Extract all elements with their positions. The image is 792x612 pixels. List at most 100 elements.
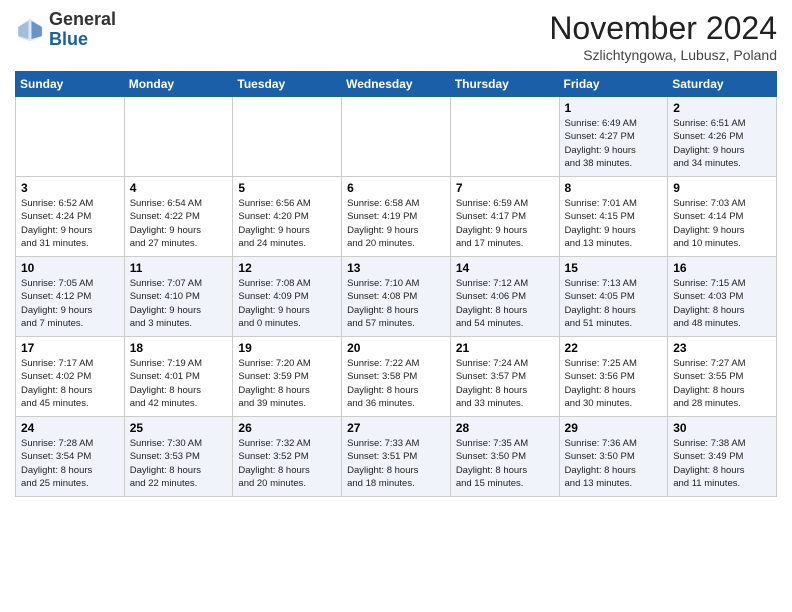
day-number: 25 (130, 421, 228, 435)
day-info: Sunrise: 6:52 AM Sunset: 4:24 PM Dayligh… (21, 197, 119, 250)
day-cell: 28Sunrise: 7:35 AM Sunset: 3:50 PM Dayli… (450, 417, 559, 497)
day-info: Sunrise: 7:08 AM Sunset: 4:09 PM Dayligh… (238, 277, 336, 330)
day-number: 23 (673, 341, 771, 355)
day-info: Sunrise: 6:59 AM Sunset: 4:17 PM Dayligh… (456, 197, 554, 250)
day-info: Sunrise: 7:12 AM Sunset: 4:06 PM Dayligh… (456, 277, 554, 330)
header-cell-friday: Friday (559, 72, 668, 97)
day-number: 7 (456, 181, 554, 195)
day-cell: 7 Sunrise: 6:59 AM Sunset: 4:17 PM Daylig… (450, 177, 559, 257)
day-cell (342, 97, 451, 177)
day-info: Sunrise: 6:56 AM Sunset: 4:20 PM Dayligh… (238, 197, 336, 250)
logo-general: General (49, 9, 116, 29)
day-number: 24 (21, 421, 119, 435)
day-info: Sunrise: 7:38 AM Sunset: 3:49 PM Dayligh… (673, 437, 771, 490)
calendar-body: 1 Sunrise: 6:49 AM Sunset: 4:27 PM Daylig… (16, 97, 777, 497)
day-info: Sunrise: 7:25 AM Sunset: 3:56 PM Dayligh… (565, 357, 663, 410)
day-cell: 15Sunrise: 7:13 AM Sunset: 4:05 PM Dayli… (559, 257, 668, 337)
day-info: Sunrise: 7:15 AM Sunset: 4:03 PM Dayligh… (673, 277, 771, 330)
day-info: Sunrise: 7:22 AM Sunset: 3:58 PM Dayligh… (347, 357, 445, 410)
day-number: 10 (21, 261, 119, 275)
calendar-table: SundayMondayTuesdayWednesdayThursdayFrid… (15, 71, 777, 497)
day-cell: 17 Sunrise: 7:17 AM Sunset: 4:02 PM Dayli… (16, 337, 125, 417)
day-number: 17 (21, 341, 119, 355)
day-number: 3 (21, 181, 119, 195)
day-cell: 6 Sunrise: 6:58 AM Sunset: 4:19 PM Daylig… (342, 177, 451, 257)
week-row-1: 1 Sunrise: 6:49 AM Sunset: 4:27 PM Daylig… (16, 97, 777, 177)
day-info: Sunrise: 7:36 AM Sunset: 3:50 PM Dayligh… (565, 437, 663, 490)
day-cell: 4 Sunrise: 6:54 AM Sunset: 4:22 PM Daylig… (124, 177, 233, 257)
page-header: General Blue November 2024 Szlichtyngowa… (15, 10, 777, 63)
day-info: Sunrise: 6:54 AM Sunset: 4:22 PM Dayligh… (130, 197, 228, 250)
header-cell-tuesday: Tuesday (233, 72, 342, 97)
week-row-5: 24Sunrise: 7:28 AM Sunset: 3:54 PM Dayli… (16, 417, 777, 497)
day-cell (16, 97, 125, 177)
header-cell-thursday: Thursday (450, 72, 559, 97)
day-number: 6 (347, 181, 445, 195)
day-cell: 18 Sunrise: 7:19 AM Sunset: 4:01 PM Dayli… (124, 337, 233, 417)
day-number: 22 (565, 341, 663, 355)
day-cell: 19Sunrise: 7:20 AM Sunset: 3:59 PM Dayli… (233, 337, 342, 417)
logo-blue: Blue (49, 29, 88, 49)
day-number: 15 (565, 261, 663, 275)
day-info: Sunrise: 7:27 AM Sunset: 3:55 PM Dayligh… (673, 357, 771, 410)
header-row: SundayMondayTuesdayWednesdayThursdayFrid… (16, 72, 777, 97)
day-cell: 10 Sunrise: 7:05 AM Sunset: 4:12 PM Dayli… (16, 257, 125, 337)
day-info: Sunrise: 7:33 AM Sunset: 3:51 PM Dayligh… (347, 437, 445, 490)
day-number: 11 (130, 261, 228, 275)
calendar-header: SundayMondayTuesdayWednesdayThursdayFrid… (16, 72, 777, 97)
day-cell: 20 Sunrise: 7:22 AM Sunset: 3:58 PM Dayli… (342, 337, 451, 417)
day-number: 9 (673, 181, 771, 195)
week-row-4: 17 Sunrise: 7:17 AM Sunset: 4:02 PM Dayli… (16, 337, 777, 417)
day-cell: 30 Sunrise: 7:38 AM Sunset: 3:49 PM Dayli… (668, 417, 777, 497)
day-number: 13 (347, 261, 445, 275)
day-cell: 27 Sunrise: 7:33 AM Sunset: 3:51 PM Dayli… (342, 417, 451, 497)
day-cell: 22 Sunrise: 7:25 AM Sunset: 3:56 PM Dayli… (559, 337, 668, 417)
day-info: Sunrise: 7:10 AM Sunset: 4:08 PM Dayligh… (347, 277, 445, 330)
day-number: 29 (565, 421, 663, 435)
day-info: Sunrise: 7:24 AM Sunset: 3:57 PM Dayligh… (456, 357, 554, 410)
day-cell: 12 Sunrise: 7:08 AM Sunset: 4:09 PM Dayli… (233, 257, 342, 337)
day-cell: 26 Sunrise: 7:32 AM Sunset: 3:52 PM Dayli… (233, 417, 342, 497)
day-info: Sunrise: 7:03 AM Sunset: 4:14 PM Dayligh… (673, 197, 771, 250)
day-cell: 16 Sunrise: 7:15 AM Sunset: 4:03 PM Dayli… (668, 257, 777, 337)
header-cell-sunday: Sunday (16, 72, 125, 97)
day-info: Sunrise: 6:49 AM Sunset: 4:27 PM Dayligh… (565, 117, 663, 170)
day-number: 30 (673, 421, 771, 435)
day-info: Sunrise: 7:20 AM Sunset: 3:59 PM Dayligh… (238, 357, 336, 410)
logo: General Blue (15, 10, 116, 50)
day-number: 4 (130, 181, 228, 195)
day-number: 28 (456, 421, 554, 435)
month-title: November 2024 (549, 10, 777, 47)
day-cell: 11Sunrise: 7:07 AM Sunset: 4:10 PM Dayli… (124, 257, 233, 337)
day-cell: 14Sunrise: 7:12 AM Sunset: 4:06 PM Dayli… (450, 257, 559, 337)
day-number: 18 (130, 341, 228, 355)
day-cell: 2Sunrise: 6:51 AM Sunset: 4:26 PM Daylig… (668, 97, 777, 177)
day-number: 1 (565, 101, 663, 115)
header-cell-saturday: Saturday (668, 72, 777, 97)
day-info: Sunrise: 7:19 AM Sunset: 4:01 PM Dayligh… (130, 357, 228, 410)
header-cell-monday: Monday (124, 72, 233, 97)
day-info: Sunrise: 6:58 AM Sunset: 4:19 PM Dayligh… (347, 197, 445, 250)
day-cell: 9 Sunrise: 7:03 AM Sunset: 4:14 PM Daylig… (668, 177, 777, 257)
week-row-3: 10 Sunrise: 7:05 AM Sunset: 4:12 PM Dayli… (16, 257, 777, 337)
day-cell (450, 97, 559, 177)
day-number: 16 (673, 261, 771, 275)
logo-icon (15, 15, 45, 45)
day-number: 26 (238, 421, 336, 435)
day-cell: 13 Sunrise: 7:10 AM Sunset: 4:08 PM Dayli… (342, 257, 451, 337)
day-info: Sunrise: 7:30 AM Sunset: 3:53 PM Dayligh… (130, 437, 228, 490)
day-number: 20 (347, 341, 445, 355)
location: Szlichtyngowa, Lubusz, Poland (549, 47, 777, 63)
day-info: Sunrise: 7:17 AM Sunset: 4:02 PM Dayligh… (21, 357, 119, 410)
day-cell: 21Sunrise: 7:24 AM Sunset: 3:57 PM Dayli… (450, 337, 559, 417)
day-number: 8 (565, 181, 663, 195)
day-number: 27 (347, 421, 445, 435)
day-number: 12 (238, 261, 336, 275)
day-number: 2 (673, 101, 771, 115)
day-info: Sunrise: 7:32 AM Sunset: 3:52 PM Dayligh… (238, 437, 336, 490)
day-cell: 29 Sunrise: 7:36 AM Sunset: 3:50 PM Dayli… (559, 417, 668, 497)
day-cell: 23 Sunrise: 7:27 AM Sunset: 3:55 PM Dayli… (668, 337, 777, 417)
day-info: Sunrise: 7:05 AM Sunset: 4:12 PM Dayligh… (21, 277, 119, 330)
title-area: November 2024 Szlichtyngowa, Lubusz, Pol… (549, 10, 777, 63)
day-cell: 25 Sunrise: 7:30 AM Sunset: 3:53 PM Dayli… (124, 417, 233, 497)
